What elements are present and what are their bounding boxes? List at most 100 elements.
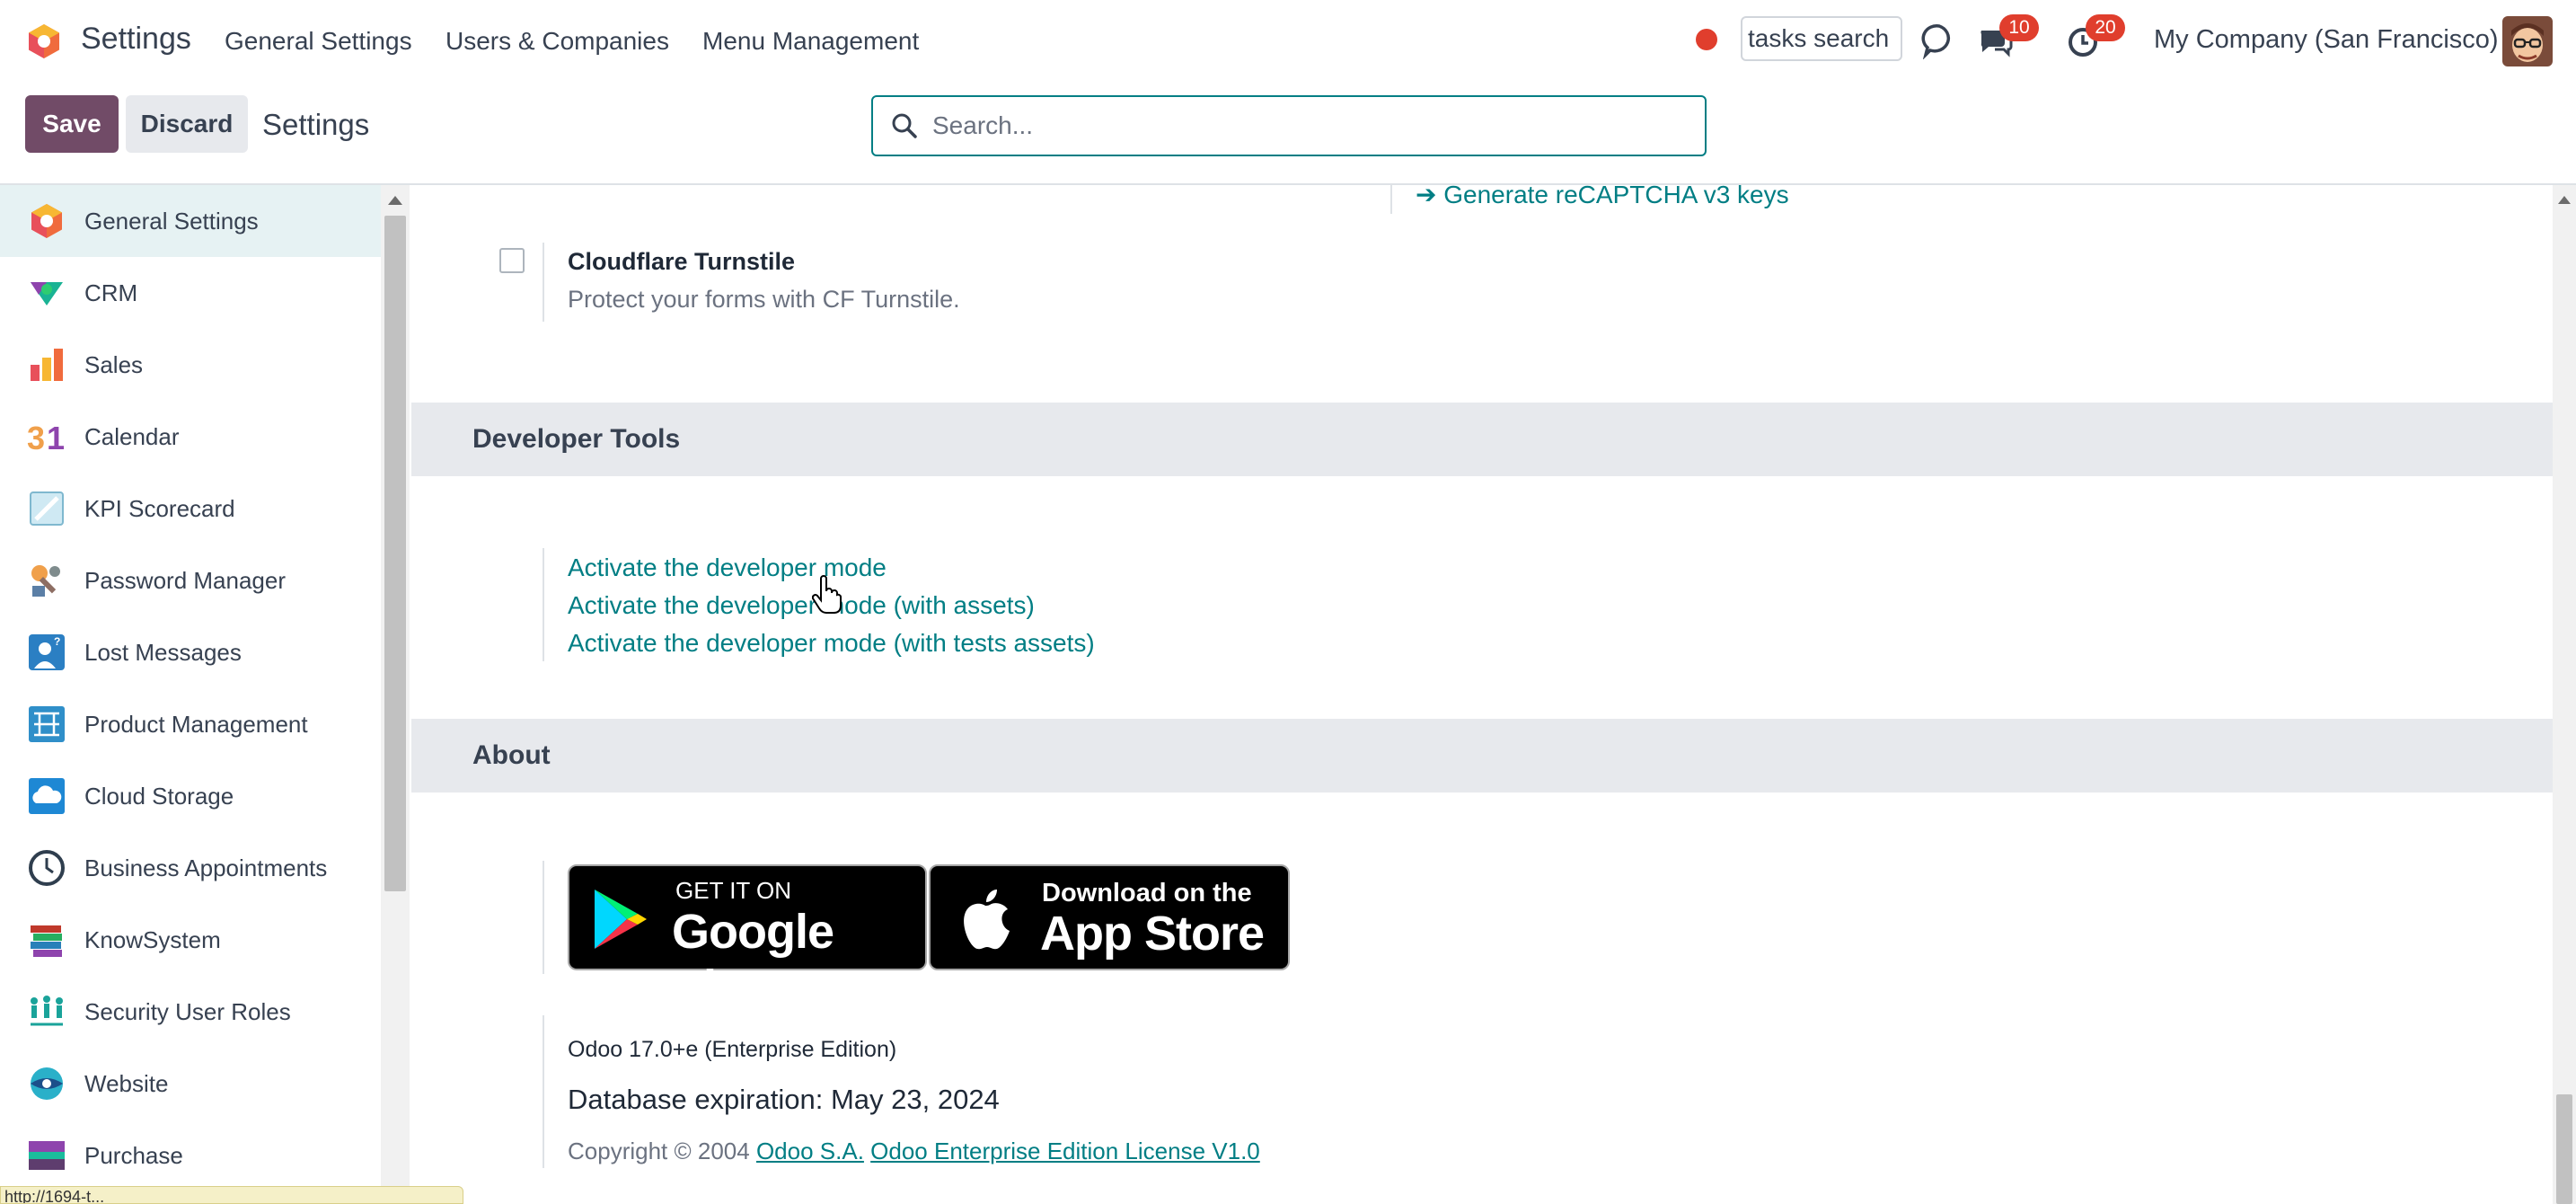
google-play-small-text: GET IT ON — [675, 877, 792, 904]
sidebar-scroll-up-arrow[interactable] — [388, 196, 402, 205]
tasks-search-input[interactable] — [1741, 16, 1902, 61]
odoo-sa-link[interactable]: Odoo S.A. — [756, 1138, 864, 1164]
sidebar-item-password-manager[interactable]: Password Manager — [0, 544, 381, 616]
sidebar-item-label: Purchase — [84, 1141, 183, 1169]
sidebar-item-general-settings[interactable]: General Settings — [0, 185, 381, 257]
user-avatar[interactable] — [2502, 16, 2553, 66]
sidebar-item-business-appointments[interactable]: Business Appointments — [0, 832, 381, 904]
calendar-31-icon: 3 1 — [27, 420, 65, 456]
google-play-icon — [595, 890, 647, 949]
activate-developer-mode-assets-link[interactable]: Activate the developer mode (with assets… — [568, 591, 1035, 620]
website-icon — [31, 1067, 63, 1100]
settings-search-input[interactable] — [932, 111, 1687, 140]
google-play-badge[interactable]: GET IT ON Google Play — [568, 864, 927, 1014]
purchase-icon — [29, 1141, 65, 1170]
sidebar-item-cloud-storage[interactable]: Cloud Storage — [0, 760, 381, 832]
breadcrumb-title: Settings — [262, 108, 370, 141]
menu-users-companies[interactable]: Users & Companies — [446, 27, 669, 56]
lost-messages-icon: ? — [29, 634, 65, 670]
activity-count-badge: 20 — [2086, 14, 2125, 41]
crm-icon — [31, 282, 63, 305]
scorecard-icon — [30, 491, 64, 526]
search-icon — [892, 113, 917, 138]
setting-divider — [543, 861, 544, 974]
sidebar-item-label: KnowSystem — [84, 925, 221, 953]
sidebar-item-label: Calendar — [84, 422, 180, 450]
password-manager-icon — [31, 565, 60, 597]
settings-sidebar: General Settings CRM Sales 3 1 Calendar … — [0, 185, 381, 1204]
sidebar-item-label: General Settings — [84, 207, 259, 235]
odoo-logo-icon — [31, 204, 62, 238]
generate-recaptcha-link[interactable]: ➔ Generate reCAPTCHA v3 keys — [1416, 180, 1789, 209]
books-icon — [31, 925, 62, 957]
sidebar-item-label: Website — [84, 1069, 169, 1097]
setting-divider — [543, 1015, 544, 1168]
copyright-line: Copyright © 2004 Odoo S.A. Odoo Enterpri… — [568, 1138, 1260, 1164]
save-button[interactable]: Save — [25, 95, 119, 153]
sidebar-item-label: Sales — [84, 350, 144, 378]
section-header-about: About — [411, 719, 2553, 792]
hand-pointer-cursor-icon — [812, 575, 842, 614]
app-store-small-text: Download on the — [1042, 879, 1252, 907]
sidebar-item-label: Lost Messages — [84, 638, 242, 666]
discard-button[interactable]: Discard — [126, 95, 248, 153]
main-scrollbar[interactable] — [2553, 185, 2576, 1204]
sidebar-item-sales[interactable]: Sales — [0, 329, 381, 401]
sidebar-item-label: KPI Scorecard — [84, 494, 235, 522]
odoo-logo-icon[interactable] — [25, 22, 63, 60]
app-store-big-text: App Store — [1040, 907, 1265, 961]
svg-text:1: 1 — [47, 420, 65, 456]
clock-icon — [29, 850, 65, 886]
product-management-icon — [29, 706, 65, 742]
app-title[interactable]: Settings — [81, 22, 191, 57]
setting-divider — [543, 548, 544, 661]
settings-search-box[interactable] — [871, 95, 1707, 156]
apple-logo-icon — [964, 890, 1010, 950]
section-title: Developer Tools — [472, 424, 681, 454]
user-roles-icon — [31, 996, 63, 1026]
sidebar-item-product-management[interactable]: Product Management — [0, 688, 381, 760]
status-bar-url: http://1694-t... — [0, 1186, 463, 1204]
sidebar-item-lost-messages[interactable]: ? Lost Messages — [0, 616, 381, 688]
section-title: About — [472, 740, 551, 770]
section-header-developer-tools: Developer Tools — [411, 403, 2553, 476]
sidebar-item-calendar[interactable]: 3 1 Calendar — [0, 401, 381, 473]
license-link[interactable]: Odoo Enterprise Edition License V1.0 — [870, 1138, 1260, 1164]
main-scrollbar-thumb[interactable] — [2556, 1094, 2572, 1204]
app-store-badge[interactable]: Download on the App Store — [929, 864, 1290, 970]
sidebar-scrollbar-thumb[interactable] — [384, 216, 406, 891]
sidebar-item-website[interactable]: Website — [0, 1048, 381, 1120]
svg-text:3: 3 — [27, 420, 45, 456]
odoo-version: Odoo 17.0+e (Enterprise Edition) — [568, 1037, 897, 1062]
sidebar-item-label: Product Management — [84, 710, 308, 738]
company-switcher[interactable]: My Company (San Francisco) — [2154, 25, 2499, 55]
google-play-big-text: Google Play — [672, 905, 834, 1014]
cloud-storage-icon — [29, 778, 65, 814]
menu-general-settings[interactable]: General Settings — [225, 27, 412, 56]
chat-count-badge: 10 — [1999, 14, 2039, 41]
discuss-bubble-icon[interactable] — [1920, 22, 1958, 59]
sidebar-item-label: Cloud Storage — [84, 782, 234, 810]
menu-menu-management[interactable]: Menu Management — [702, 27, 919, 56]
recording-indicator[interactable] — [1696, 29, 1717, 50]
sidebar-item-label: CRM — [84, 279, 138, 306]
sales-chart-icon — [31, 349, 63, 381]
main-scroll-up-arrow[interactable] — [2558, 196, 2571, 204]
sidebar-item-label: Security User Roles — [84, 997, 291, 1025]
cloudflare-turnstile-checkbox[interactable] — [499, 248, 525, 273]
svg-text:?: ? — [54, 635, 60, 648]
sidebar-item-label: Business Appointments — [84, 854, 328, 881]
setting-divider — [543, 243, 544, 322]
sidebar-item-knowsystem[interactable]: KnowSystem — [0, 904, 381, 976]
top-navbar: Settings General Settings Users & Compan… — [0, 0, 2576, 81]
sidebar-item-purchase[interactable]: Purchase — [0, 1120, 381, 1191]
setting-divider — [1390, 185, 1392, 214]
database-expiration: Database expiration: May 23, 2024 — [568, 1084, 1000, 1115]
sidebar-item-security-user-roles[interactable]: Security User Roles — [0, 976, 381, 1048]
sidebar-item-kpi-scorecard[interactable]: KPI Scorecard — [0, 473, 381, 544]
sidebar-item-crm[interactable]: CRM — [0, 257, 381, 329]
sidebar-item-label: Password Manager — [84, 566, 286, 594]
activate-developer-mode-tests-link[interactable]: Activate the developer mode (with tests … — [568, 629, 1095, 658]
arrow-right-icon: ➔ — [1416, 181, 1444, 208]
turnstile-description: Protect your forms with CF Turnstile. — [568, 286, 960, 313]
